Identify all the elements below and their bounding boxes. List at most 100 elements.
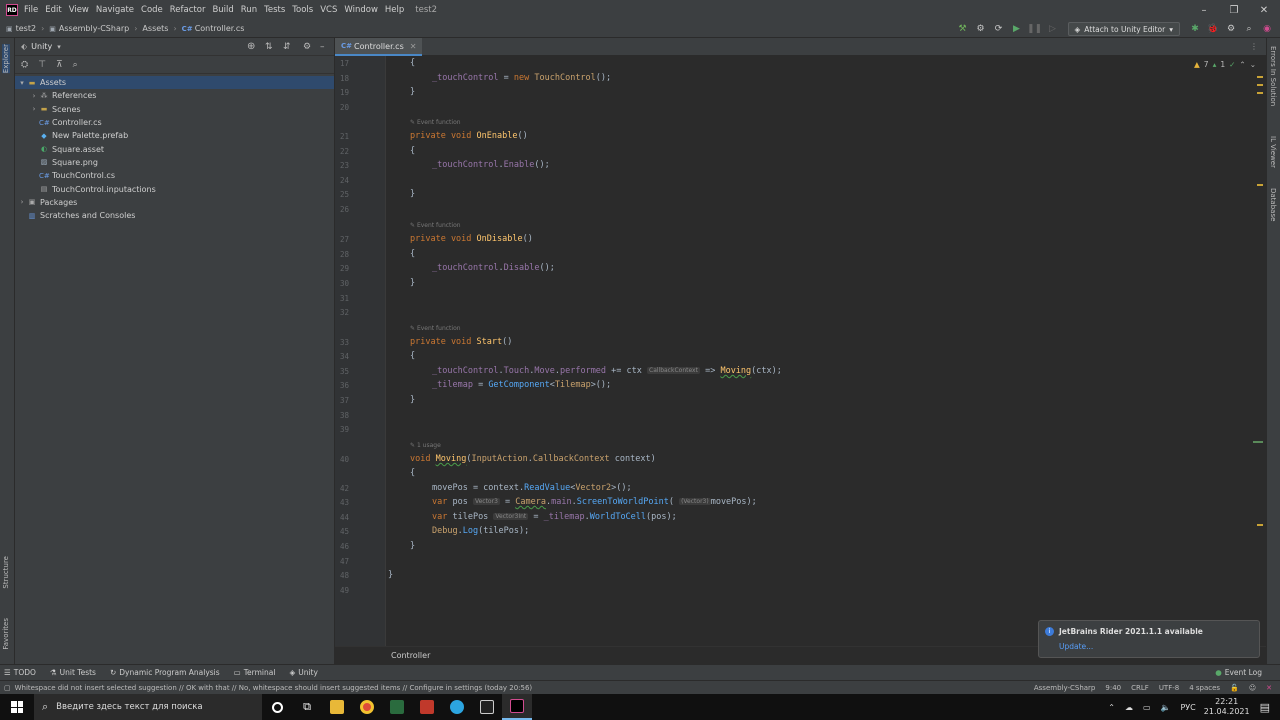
network-icon[interactable]: ▭ [1143, 703, 1151, 712]
build-hammer-icon[interactable]: ⚒ [956, 22, 970, 36]
search-icon[interactable]: ⌕ [73, 60, 78, 70]
clock[interactable]: 22:21 21.04.2021 [1204, 697, 1250, 717]
structure-tool-tab[interactable]: Structure [2, 556, 10, 589]
tree-item[interactable]: ▥ Scratches and Consoles [15, 209, 334, 222]
attach-to-unity-button[interactable]: ◈ Attach to Unity Editor ▾ [1067, 22, 1180, 36]
warning-marker[interactable] [1257, 76, 1263, 78]
explorer-app-icon[interactable] [322, 694, 352, 720]
rider-update-icon[interactable]: ◉ [1260, 22, 1274, 36]
warning-marker[interactable] [1257, 92, 1263, 94]
expand-all-icon[interactable]: ⇵ [283, 42, 291, 52]
run-icon[interactable]: ✱ [1188, 22, 1202, 36]
restore-button[interactable]: ❐ [1220, 0, 1248, 20]
chevron-down-icon[interactable]: ⌄ [1250, 60, 1256, 69]
explorer-view-selector[interactable]: Unity [31, 42, 52, 51]
event-log-button[interactable]: ● Event Log [1215, 668, 1262, 677]
explorer-tool-tab[interactable]: Explorer [2, 44, 10, 74]
task-view-icon[interactable]: ⧉ [292, 694, 322, 720]
cortana-icon[interactable] [262, 694, 292, 720]
rider-app-icon[interactable] [502, 694, 532, 720]
lock-icon[interactable]: 🔓 [1230, 684, 1239, 692]
tree-item[interactable]: ▤ TouchControl.inputactions [15, 182, 334, 195]
chevron-down-icon[interactable]: ▾ [17, 79, 27, 87]
step-icon[interactable]: ▷ [1046, 22, 1060, 36]
filter-icon[interactable]: ⊤ [38, 60, 46, 70]
tree-item[interactable]: C# TouchControl.cs [15, 169, 334, 182]
menu-tests[interactable]: Tests [264, 5, 285, 15]
settings-gear-icon[interactable]: ⚙ [1224, 22, 1238, 36]
unity-tool-button[interactable]: ◈ Unity [289, 668, 318, 677]
pause-icon[interactable]: ❚❚ [1027, 22, 1042, 36]
tree-item[interactable]: › ⁂ References [15, 89, 334, 102]
language-indicator[interactable]: РУС [1180, 703, 1195, 712]
favorites-tool-tab[interactable]: Favorites [2, 618, 10, 650]
code-editor[interactable]: 17 18 19 20 21 22 23 24 25 26 27 28 29 30 31 32 33 34 35 36… [335, 56, 1266, 664]
tree-item[interactable]: ▾ ▬ Assets [15, 76, 334, 90]
debug-icon[interactable]: 🐞 [1206, 22, 1220, 36]
mail-app-icon[interactable] [412, 694, 442, 720]
menu-tools[interactable]: Tools [292, 5, 313, 15]
caret-marker[interactable] [1253, 441, 1263, 443]
update-notification[interactable]: i JetBrains Rider 2021.1.1 available Upd… [1038, 620, 1260, 658]
chevron-up-icon[interactable]: ⌃ [1239, 60, 1245, 69]
rebuild-icon[interactable]: ⟳ [992, 22, 1006, 36]
notifications-icon[interactable]: ▤ [1260, 701, 1270, 714]
menu-build[interactable]: Build [212, 5, 233, 15]
hide-icon[interactable]: – [320, 42, 325, 52]
resharper-icon[interactable]: ☺ [1249, 684, 1256, 692]
unit-tests-tool-button[interactable]: ⚗ Unit Tests [50, 668, 96, 677]
cloud-icon[interactable]: ☁ [1125, 703, 1133, 712]
terminal-tool-button[interactable]: ▭ Terminal [234, 668, 276, 677]
taskbar-search-box[interactable]: ⌕ Введите здесь текст для поиска [34, 694, 262, 720]
autoscroll-icon[interactable]: ⛭ [21, 60, 28, 70]
chevron-right-icon[interactable]: › [17, 198, 27, 206]
todo-tool-button[interactable]: ☰ TODO [4, 668, 36, 677]
close-button[interactable]: ✕ [1250, 0, 1278, 20]
chevron-right-icon[interactable]: › [29, 105, 39, 113]
tab-menu-icon[interactable]: ⋮ [1250, 42, 1258, 51]
il-viewer-tab[interactable]: IL Viewer [1269, 136, 1277, 168]
footer-class-crumb[interactable]: Controller [391, 651, 430, 660]
chrome-app-icon[interactable] [352, 694, 382, 720]
status-caret-position[interactable]: 9:40 [1105, 684, 1121, 692]
breadcrumb-file[interactable]: Controller.cs [195, 24, 245, 33]
tree-item[interactable]: C# Controller.cs [15, 116, 334, 129]
menu-help[interactable]: Help [385, 5, 404, 15]
database-tab[interactable]: Database [1269, 188, 1277, 221]
usage-hint[interactable]: ✎ 1 usage [410, 442, 441, 449]
status-encoding[interactable]: UTF-8 [1159, 684, 1179, 692]
status-line-separator[interactable]: CRLF [1131, 684, 1149, 692]
chevron-up-icon[interactable]: ⌃ [1108, 703, 1115, 712]
menu-navigate[interactable]: Navigate [96, 5, 134, 15]
tab-controller-cs[interactable]: C# Controller.cs ✕ [335, 38, 423, 56]
sort-icon[interactable]: ⊼ [56, 60, 63, 70]
tree-item[interactable]: › ▬ Scenes [15, 103, 334, 116]
tree-item[interactable]: ◐ Square.asset [15, 142, 334, 155]
breadcrumb-solution[interactable]: test2 [16, 24, 36, 33]
menu-run[interactable]: Run [241, 5, 257, 15]
search-icon[interactable]: ⌕ [1242, 22, 1256, 36]
tree-item[interactable]: ▨ Square.png [15, 156, 334, 169]
menu-window[interactable]: Window [344, 5, 378, 15]
play-icon[interactable]: ▶ [1010, 22, 1024, 36]
menu-view[interactable]: View [69, 5, 89, 15]
breadcrumb-project[interactable]: Assembly-CSharp [59, 24, 129, 33]
update-link[interactable]: Update... [1059, 642, 1093, 651]
settings-gear-icon[interactable]: ⚙ [303, 42, 311, 52]
menu-edit[interactable]: Edit [45, 5, 61, 15]
collapse-all-icon[interactable]: ⇅ [265, 42, 273, 52]
status-message[interactable]: Whitespace did not insert selected sugge… [15, 684, 533, 692]
status-indent[interactable]: 4 spaces [1189, 684, 1220, 692]
menu-vcs[interactable]: VCS [320, 5, 337, 15]
menu-refactor[interactable]: Refactor [170, 5, 206, 15]
inspection-widget[interactable]: ▲ 7 ▴ 1 ✓ ⌃ ⌄ [1194, 60, 1256, 69]
warning-marker[interactable] [1257, 184, 1263, 186]
telegram-app-icon[interactable] [442, 694, 472, 720]
build-solution-icon[interactable]: ⚙ [974, 22, 988, 36]
locate-icon[interactable]: ⊕ [247, 41, 255, 52]
windows-start-icon[interactable] [0, 694, 34, 720]
breadcrumb-folder[interactable]: Assets [142, 24, 168, 33]
status-project[interactable]: Assembly-CSharp [1034, 684, 1096, 692]
app-icon[interactable] [382, 694, 412, 720]
chevron-down-icon[interactable]: ▾ [57, 43, 61, 51]
